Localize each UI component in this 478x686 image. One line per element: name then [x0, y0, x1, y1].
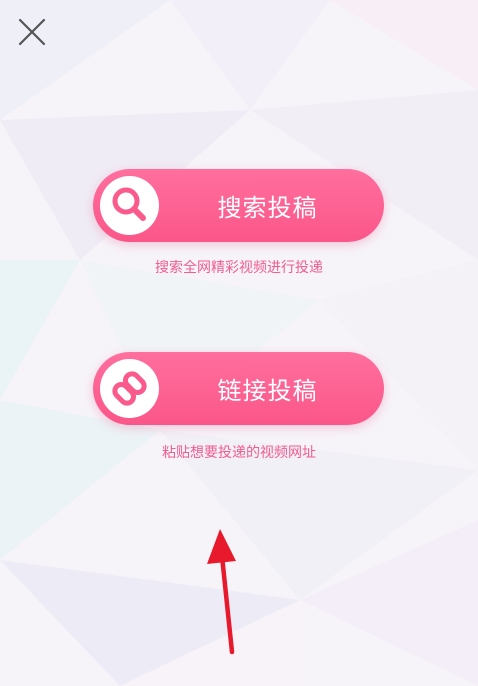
search-icon-badge [100, 176, 159, 235]
search-submit-label: 搜索投稿 [217, 194, 318, 222]
close-button[interactable] [14, 14, 50, 50]
link-submit-description: 粘贴想要投递的视频网址 [162, 445, 316, 461]
search-icon [112, 187, 146, 221]
link-icon-badge [100, 359, 159, 418]
search-submit-button[interactable]: 搜索投稿 [93, 169, 384, 242]
link-icon [112, 371, 147, 406]
close-icon [18, 18, 46, 46]
annotation-arrow-icon [207, 529, 236, 655]
link-submit-button[interactable]: 链接投稿 [93, 352, 384, 425]
search-submit-description: 搜索全网精彩视频进行投递 [155, 260, 323, 276]
link-submit-label: 链接投稿 [217, 377, 318, 405]
